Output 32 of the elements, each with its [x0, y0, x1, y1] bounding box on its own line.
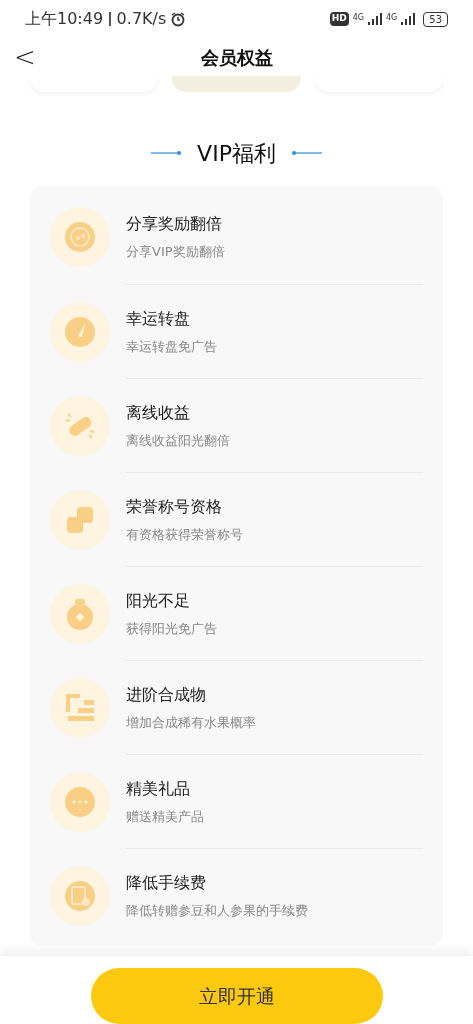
- back-button[interactable]: <: [14, 44, 36, 71]
- benefit-title: 降低手续费: [126, 871, 207, 894]
- benefit-title: 精美礼品: [126, 777, 191, 800]
- activate-button[interactable]: 立即开通: [90, 968, 383, 1024]
- page-title: 会员权益: [200, 45, 273, 70]
- alarm-icon: [170, 11, 187, 27]
- benefit-title: 进阶合成物: [126, 683, 207, 706]
- arrow-right-icon: [151, 150, 184, 157]
- benefit-description: 离线收益阳光翻倍: [126, 431, 230, 450]
- signal-icon: [367, 13, 382, 25]
- network-label: 4G: [352, 11, 364, 24]
- benefit-description: 赠送精美产品: [126, 807, 204, 826]
- benefit-description: 有资格获得荣誉称号: [126, 525, 243, 544]
- benefit-description: 降低转赠参豆和人参果的手续费: [126, 901, 308, 920]
- hd-badge: HD: [329, 12, 349, 26]
- benefit-title: 幸运转盘: [126, 307, 191, 330]
- benefit-title: 离线收益: [126, 401, 191, 424]
- benefit-description: 分享VIP奖励翻倍: [126, 243, 225, 262]
- benefit-title: 阳光不足: [126, 589, 191, 612]
- battery-level: 53: [423, 11, 448, 27]
- benefit-description: 获得阳光免广告: [126, 619, 217, 638]
- network-label: 4G: [385, 11, 398, 24]
- benefit-description: 幸运转盘免广告: [126, 337, 217, 356]
- plan-card[interactable]: [172, 76, 301, 93]
- benefit-description: 增加合成稀有水果概率: [126, 713, 256, 732]
- benefit-title: 分享奖励翻倍: [126, 213, 223, 236]
- network-speed: 0.7K/s: [116, 8, 167, 30]
- section-title: VIP福利: [197, 139, 276, 168]
- benefit-title: 荣誉称号资格: [126, 495, 223, 518]
- arrow-left-icon: [289, 150, 322, 157]
- status-time: 上午10:49: [25, 8, 104, 30]
- signal-icon: [401, 13, 416, 25]
